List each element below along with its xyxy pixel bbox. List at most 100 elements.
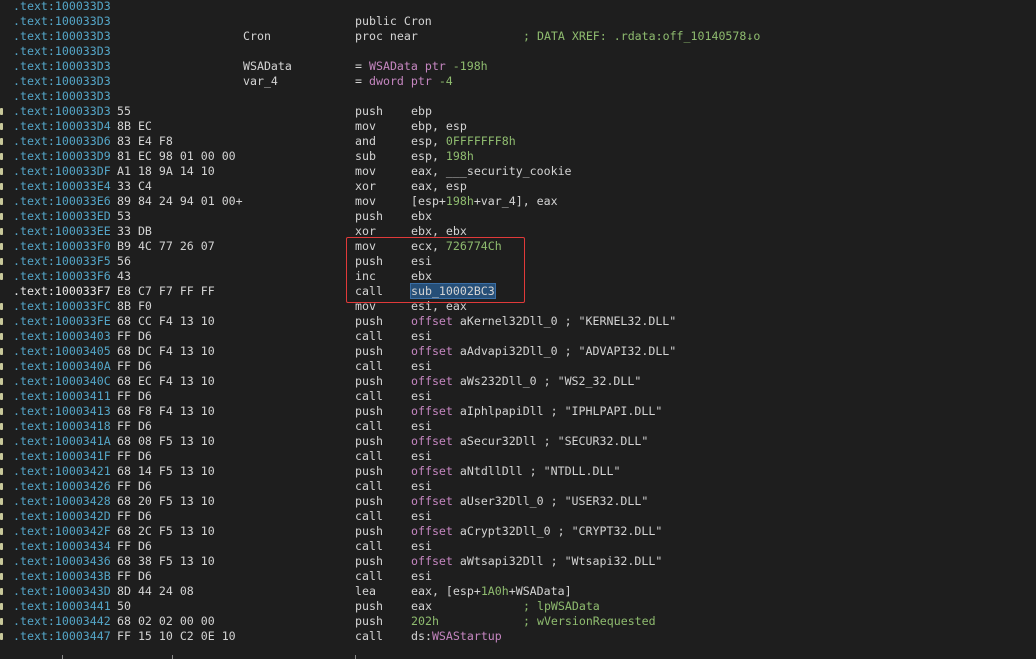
operands[interactable]: eax, ___security_cookie bbox=[411, 164, 572, 179]
operands[interactable]: WSAData ptr -198h bbox=[369, 59, 488, 74]
operand-token[interactable]: esi bbox=[411, 359, 432, 373]
line-marker[interactable] bbox=[0, 138, 3, 145]
operands[interactable]: offset aIphlpapiDll ; "IPHLPAPI.DLL" bbox=[411, 404, 662, 419]
listing-line[interactable]: .text:1000343B FF D6 call esi bbox=[0, 569, 1036, 584]
operand-token[interactable]: aWtsapi32Dll bbox=[460, 554, 544, 568]
operands[interactable]: esi bbox=[411, 359, 432, 374]
listing-line[interactable]: .text:10003413 68 F8 F4 13 10 push offset a… bbox=[0, 404, 1036, 419]
operand-token[interactable]: aIphlpapiDll bbox=[460, 404, 544, 418]
line-marker[interactable] bbox=[0, 168, 3, 175]
operand-token[interactable]: ; "KERNEL32.DLL" bbox=[558, 314, 677, 328]
line-marker[interactable] bbox=[0, 618, 3, 625]
operands[interactable]: esi bbox=[411, 539, 432, 554]
operands[interactable]: esp, 0FFFFFFF8h bbox=[411, 134, 516, 149]
operands[interactable]: esi bbox=[411, 449, 432, 464]
line-marker[interactable] bbox=[0, 228, 3, 235]
line-marker[interactable] bbox=[0, 363, 3, 370]
operands[interactable]: esi bbox=[411, 509, 432, 524]
operands[interactable]: eax bbox=[411, 599, 432, 614]
line-marker[interactable] bbox=[0, 498, 3, 505]
listing-line[interactable]: .text:1000342F 68 2C F5 13 10 push offset a… bbox=[0, 524, 1036, 539]
listing-line[interactable]: .text:10003405 68 DC F4 13 10 push offset a… bbox=[0, 344, 1036, 359]
operand-token[interactable]: offset bbox=[411, 524, 460, 538]
operand-token[interactable]: ebp bbox=[411, 104, 432, 118]
line-marker[interactable] bbox=[0, 468, 3, 475]
operands[interactable]: esi bbox=[411, 419, 432, 434]
listing-line[interactable]: .text:10003434 FF D6 call esi bbox=[0, 539, 1036, 554]
listing-line[interactable]: .text:10003428 68 20 F5 13 10 push offset a… bbox=[0, 494, 1036, 509]
operand-token[interactable]: eax bbox=[411, 599, 432, 613]
operand-token[interactable]: esi bbox=[411, 449, 432, 463]
line-marker[interactable] bbox=[0, 243, 3, 250]
operands[interactable]: ebx, ebx bbox=[411, 224, 467, 239]
operand-token[interactable]: eax, ___security_cookie bbox=[411, 164, 572, 178]
operand-token[interactable]: esi, eax bbox=[411, 299, 467, 313]
operand-token[interactable]: eax, [esp+ bbox=[411, 584, 481, 598]
line-marker[interactable] bbox=[0, 603, 3, 610]
operand-token[interactable]: ebp, esp bbox=[411, 119, 467, 133]
listing-line[interactable]: .text:10003436 68 38 F5 13 10 push offset a… bbox=[0, 554, 1036, 569]
listing-line[interactable]: .text:100033FC 8B F0 mov esi, eax bbox=[0, 299, 1036, 314]
listing-line[interactable]: .text:10003411 FF D6 call esi bbox=[0, 389, 1036, 404]
operands[interactable]: esi bbox=[411, 254, 432, 269]
listing-line[interactable]: .text:10003426 FF D6 call esi bbox=[0, 479, 1036, 494]
operand-token[interactable]: WSAData ptr bbox=[369, 59, 453, 73]
operand-token[interactable]: 1A0h bbox=[481, 584, 509, 598]
operand-token[interactable]: esi bbox=[411, 569, 432, 583]
line-marker[interactable] bbox=[0, 573, 3, 580]
operand-token[interactable]: ; "Wtsapi32.DLL" bbox=[544, 554, 663, 568]
operand-token[interactable]: ; "USER32.DLL" bbox=[544, 494, 649, 508]
operand-token[interactable]: ecx, bbox=[411, 239, 446, 253]
operand-token[interactable]: esi bbox=[411, 419, 432, 433]
listing-line[interactable]: .text:100033D3 var_4 = dword ptr -4 bbox=[0, 74, 1036, 89]
listing-line[interactable]: .text:1000340A FF D6 call esi bbox=[0, 359, 1036, 374]
operand-token[interactable]: offset bbox=[411, 554, 460, 568]
operand-token[interactable]: ebx bbox=[411, 269, 432, 283]
line-marker[interactable] bbox=[0, 438, 3, 445]
listing-line[interactable]: .text:1000341A 68 08 F5 13 10 push offset a… bbox=[0, 434, 1036, 449]
listing-line[interactable]: .text:100033D3 bbox=[0, 89, 1036, 104]
listing-line[interactable]: .text:100033D3 public Cron bbox=[0, 14, 1036, 29]
operand-token[interactable]: ; "NTDLL.DLL" bbox=[523, 464, 621, 478]
line-marker[interactable] bbox=[0, 318, 3, 325]
operands[interactable]: offset aSecur32Dll ; "SECUR32.DLL" bbox=[411, 434, 648, 449]
line-marker[interactable] bbox=[0, 378, 3, 385]
line-marker[interactable] bbox=[0, 483, 3, 490]
listing-line[interactable]: .text:10003447 FF 15 10 C2 0E 10 call ds:WS… bbox=[0, 629, 1036, 644]
line-marker[interactable] bbox=[0, 123, 3, 130]
listing-line[interactable]: .text:100033F0 B9 4C 77 26 07 mov ecx, 7267… bbox=[0, 239, 1036, 254]
operand-token[interactable]: ; "CRYPT32.DLL" bbox=[551, 524, 663, 538]
operand-token[interactable]: esi bbox=[411, 539, 432, 553]
operands[interactable]: esi bbox=[411, 389, 432, 404]
operands[interactable]: offset aAdvapi32Dll_0 ; "ADVAPI32.DLL" bbox=[411, 344, 676, 359]
operands[interactable]: eax, esp bbox=[411, 179, 467, 194]
operand-token[interactable]: aAdvapi32Dll_0 bbox=[460, 344, 558, 358]
line-marker[interactable] bbox=[0, 543, 3, 550]
line-marker[interactable] bbox=[0, 528, 3, 535]
operand-token[interactable]: eax, esp bbox=[411, 179, 467, 193]
listing-line[interactable]: .text:100033EE 33 DB xor ebx, ebx bbox=[0, 224, 1036, 239]
listing-line[interactable]: .text:100033D3 WSAData = WSAData ptr -198h bbox=[0, 59, 1036, 74]
line-marker[interactable] bbox=[0, 303, 3, 310]
operand-token[interactable]: 198h bbox=[446, 194, 474, 208]
line-marker[interactable] bbox=[0, 558, 3, 565]
listing-line[interactable]: .text:100033D6 83 E4 F8 and esp, 0FFFFFFF8h bbox=[0, 134, 1036, 149]
operand-token[interactable]: offset bbox=[411, 404, 460, 418]
operand-token[interactable]: aNtdllDll bbox=[460, 464, 523, 478]
line-marker[interactable] bbox=[0, 153, 3, 160]
operand-token[interactable]: esi bbox=[411, 509, 432, 523]
line-marker[interactable] bbox=[0, 348, 3, 355]
operand-token[interactable]: offset bbox=[411, 314, 460, 328]
listing-line[interactable]: .text:1000340C 68 EC F4 13 10 push offset a… bbox=[0, 374, 1036, 389]
operand-token[interactable]: ; "WS2_32.DLL" bbox=[537, 374, 642, 388]
listing-line[interactable]: .text:100033E6 89 84 24 94 01 00+ mov [esp+… bbox=[0, 194, 1036, 209]
operand-token[interactable]: -4 bbox=[439, 74, 453, 88]
listing-line[interactable]: .text:10003418 FF D6 call esi bbox=[0, 419, 1036, 434]
listing-line[interactable]: .text:100033D3 bbox=[0, 44, 1036, 59]
line-marker[interactable] bbox=[0, 108, 3, 115]
listing-line[interactable]: .text:1000341F FF D6 call esi bbox=[0, 449, 1036, 464]
listing-line[interactable]: .text:10003421 68 14 F5 13 10 push offset a… bbox=[0, 464, 1036, 479]
listing-line[interactable]: .text:10003403 FF D6 call esi bbox=[0, 329, 1036, 344]
line-label[interactable]: Cron bbox=[243, 29, 271, 44]
operands[interactable]: offset aKernel32Dll_0 ; "KERNEL32.DLL" bbox=[411, 314, 676, 329]
